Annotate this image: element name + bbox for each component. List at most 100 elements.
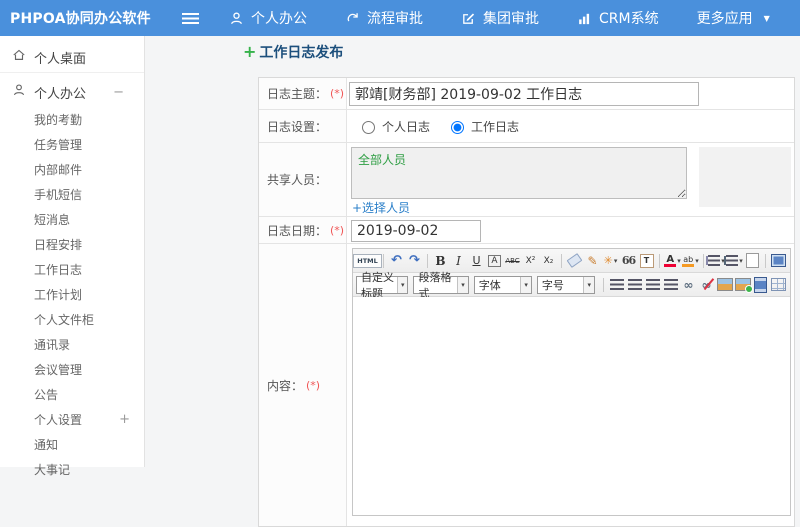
unlink-icon[interactable]: ∞ (698, 276, 715, 294)
caret-down-icon[interactable]: ▾ (739, 257, 743, 265)
sidebar-item-announcement[interactable]: 公告 (0, 382, 144, 407)
align-center-icon[interactable] (626, 276, 643, 294)
media-icon[interactable] (752, 276, 769, 294)
caret-down-icon[interactable]: ▾ (520, 276, 531, 293)
hamburger-icon[interactable] (182, 12, 199, 24)
eraser-icon[interactable] (566, 252, 583, 270)
chart-icon (577, 11, 592, 26)
text-effect-icon[interactable]: ✳ ▾ (602, 252, 619, 270)
sidebar-item-label: 内部邮件 (34, 163, 83, 177)
italic-icon[interactable]: I (450, 252, 467, 270)
toolbar-separator (383, 253, 384, 268)
sidebar-item-short-message[interactable]: 短消息 (0, 207, 144, 232)
sidebar-item-label: 通知 (34, 438, 59, 452)
ordered-list-icon[interactable]: ▾ (708, 252, 725, 270)
font-color-icon[interactable]: A ▾ (664, 252, 681, 270)
highlight-color-icon[interactable]: ab ▾ (682, 252, 699, 270)
sidebar-item-task-management[interactable]: 任务管理 (0, 132, 144, 157)
table-icon[interactable] (770, 276, 787, 294)
align-right-icon[interactable] (644, 276, 661, 294)
caret-down-icon[interactable]: ▾ (695, 257, 699, 265)
bold-icon[interactable]: B (432, 252, 449, 270)
image-icon[interactable] (716, 276, 733, 294)
heading-select[interactable]: 自定义标题 ▾ (356, 271, 409, 300)
sidebar-item-my-attendance[interactable]: 我的考勤 (0, 107, 144, 132)
radio-button[interactable] (362, 121, 375, 134)
pick-members-link[interactable]: +选择人员 (352, 199, 410, 216)
subscript-icon[interactable]: X₂ (540, 252, 557, 270)
unordered-list-icon[interactable]: ▾ (726, 252, 743, 270)
share-value-cell: 全部人员 +选择人员 (347, 143, 794, 216)
subject-label: 日志主题： (*) (259, 78, 347, 109)
undo-icon[interactable]: ↶ (388, 252, 405, 270)
link-icon[interactable]: ∞ (680, 276, 697, 294)
form-row-subject: 日志主题： (*) (259, 78, 794, 110)
superscript-icon[interactable]: X² (522, 252, 539, 270)
paragraph-select[interactable]: 段落格式 ▾ (413, 271, 469, 300)
sidebar-item-label: 工作日志 (34, 263, 83, 277)
caret-down-icon[interactable]: ▼ (764, 14, 770, 23)
insert-image-icon[interactable] (734, 276, 753, 294)
underline-icon[interactable]: U (468, 252, 485, 270)
log-type-radio-group: 个人日志 工作日志 (347, 110, 794, 142)
sidebar-item-internal-mail[interactable]: 内部邮件 (0, 157, 144, 182)
align-justify-icon[interactable] (662, 276, 679, 294)
page-title-text: 工作日志发布 (259, 45, 344, 61)
edit-icon (461, 11, 476, 26)
font-style-icon[interactable]: A (486, 252, 503, 270)
sidebar-item-label: 公告 (34, 388, 59, 402)
share-label: 共享人员： (259, 143, 347, 216)
caret-down-icon[interactable]: ▾ (721, 257, 725, 265)
sidebar-item-memorabilia[interactable]: 大事记 (0, 457, 144, 482)
sidebar-item-contacts[interactable]: 通讯录 (0, 332, 144, 357)
font-size-select[interactable]: 字号 ▾ (536, 275, 595, 294)
font-family-select[interactable]: 字体 ▾ (473, 275, 532, 294)
format-painter-icon[interactable]: ✎ (584, 252, 601, 270)
date-input[interactable] (351, 220, 481, 242)
expand-icon[interactable]: + (119, 412, 132, 427)
caret-down-icon[interactable]: ▾ (614, 257, 618, 265)
subject-input[interactable] (349, 82, 699, 106)
radio-button[interactable] (451, 121, 465, 134)
nav-item-crm-system[interactable]: CRM系统 (577, 8, 659, 28)
top-bar: PHPOA协同办公软件 个人办公 流程审批 集团审批 CRM系统 更多应用 ▼ (0, 0, 800, 36)
collapse-icon[interactable]: − (113, 85, 132, 100)
html-source-icon[interactable]: HTML (353, 252, 382, 270)
nav-item-more-apps[interactable]: 更多应用 ▼ (697, 8, 770, 28)
blockquote-icon[interactable]: 66 (620, 252, 637, 270)
sidebar-item-work-log[interactable]: 工作日志 (0, 257, 144, 282)
redo-icon[interactable]: ↷ (406, 252, 423, 270)
sidebar-item-personal-office[interactable]: 个人办公 − (0, 77, 144, 107)
share-members-panel (699, 147, 791, 207)
sidebar-item-work-plan[interactable]: 工作计划 (0, 282, 144, 307)
nav-item-label: 更多应用 (696, 11, 753, 27)
share-members-input[interactable]: 全部人员 (351, 147, 687, 199)
sidebar-item-meeting-management[interactable]: 会议管理 (0, 357, 144, 382)
sidebar-item-label: 工作计划 (34, 288, 83, 302)
caret-down-icon[interactable]: ▾ (396, 276, 408, 293)
nav-item-personal-office[interactable]: 个人办公 (229, 8, 307, 28)
caret-down-icon[interactable]: ▾ (583, 276, 594, 293)
strikethrough-icon[interactable]: ABC (504, 252, 521, 270)
nav-item-label: CRM系统 (599, 11, 659, 27)
log-type-option-0[interactable]: 个人日志 (357, 118, 430, 135)
editor-content[interactable] (353, 297, 790, 515)
sidebar-item-label: 日程安排 (34, 238, 83, 252)
nav-item-workflow-approval[interactable]: 流程审批 (345, 8, 423, 28)
new-page-icon[interactable] (744, 252, 761, 270)
fullscreen-icon[interactable] (770, 252, 787, 270)
sidebar-item-personal-file-cabinet[interactable]: 个人文件柜 (0, 307, 144, 332)
sidebar-item-label: 大事记 (34, 463, 71, 477)
align-left-icon[interactable] (608, 276, 625, 294)
log-type-option-1[interactable]: 工作日志 (446, 118, 519, 135)
paste-text-icon[interactable]: T (638, 252, 655, 270)
sidebar-item-schedule[interactable]: 日程安排 (0, 232, 144, 257)
sidebar-item-mobile-sms[interactable]: 手机短信 (0, 182, 144, 207)
toolbar-separator (561, 253, 562, 268)
caret-down-icon[interactable]: ▾ (677, 257, 681, 265)
caret-down-icon[interactable]: ▾ (457, 276, 468, 293)
sidebar-item-personal-desktop[interactable]: 个人桌面 (0, 42, 144, 73)
nav-item-group-approval[interactable]: 集团审批 (461, 8, 539, 28)
sidebar-item-personal-settings[interactable]: 个人设置 + (0, 407, 144, 432)
sidebar-item-notification[interactable]: 通知 (0, 432, 144, 457)
